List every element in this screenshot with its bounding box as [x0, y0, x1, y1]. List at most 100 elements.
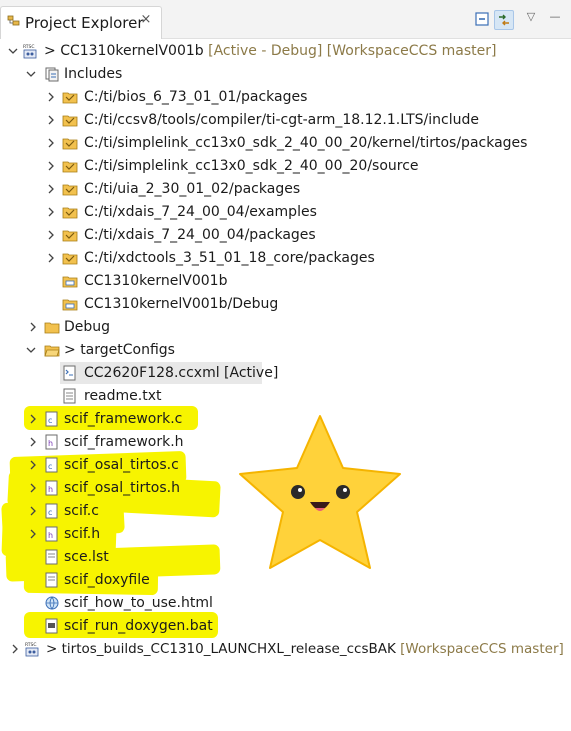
tree-item-project[interactable]: RTSC > CC1310kernelV001b [Active - Debug… [0, 40, 571, 62]
library-folder-icon [62, 296, 78, 312]
include-folder-icon [62, 250, 78, 266]
chevron-right-icon[interactable] [46, 109, 58, 131]
tab-title: Project Explorer [25, 14, 144, 32]
h-header-file-icon: h [44, 480, 60, 496]
collapse-all-icon[interactable] [473, 10, 491, 28]
c-source-file-icon: c [44, 457, 60, 473]
includes-icon [44, 66, 60, 82]
c-source-file-icon: c [44, 503, 60, 519]
chevron-right-icon[interactable] [28, 316, 40, 338]
html-file-globe-icon [44, 595, 60, 611]
chevron-right-icon[interactable] [28, 431, 40, 453]
tree-item-include-path[interactable]: C:/ti/xdais_7_24_00_04/examples [0, 201, 571, 223]
tree-item-include-path[interactable]: C:/ti/xdctools_3_51_01_18_core/packages [0, 247, 571, 269]
file-label: scif_how_to_use.html [64, 595, 213, 611]
ccxml-label: CC2620F128.ccxml [Active] [84, 365, 279, 381]
svg-text:h: h [48, 439, 53, 448]
rtsc-project-icon: RTSC [22, 43, 38, 59]
chevron-down-icon[interactable] [26, 63, 38, 85]
minimize-icon[interactable]: — [548, 10, 562, 24]
tree-item-targetconfigs[interactable]: > targetConfigs [0, 339, 571, 361]
chevron-right-icon[interactable] [28, 500, 40, 522]
tree-item-include-path[interactable]: C:/ti/ccsv8/tools/compiler/ti-cgt-arm_18… [0, 109, 571, 131]
folder-open-icon [44, 342, 60, 358]
target-config-file-icon [62, 365, 78, 381]
include-folder-icon [62, 112, 78, 128]
include-path-label: C:/ti/xdais_7_24_00_04/examples [84, 204, 317, 220]
file-label: scif_run_doxygen.bat [64, 618, 213, 634]
include-path-label: C:/ti/uia_2_30_01_02/packages [84, 181, 301, 197]
chevron-right-icon[interactable] [28, 408, 40, 430]
chevron-right-icon[interactable] [46, 178, 58, 200]
tree-item-include-path[interactable]: C:/ti/uia_2_30_01_02/packages [0, 178, 571, 200]
file-label: scif_framework.c [64, 411, 183, 427]
chevron-right-icon[interactable] [46, 132, 58, 154]
tree-item-file[interactable]: scif_run_doxygen.bat [0, 615, 571, 637]
library-folder-icon [62, 273, 78, 289]
tree-item-debug-folder[interactable]: Debug [0, 316, 571, 338]
svg-text:c: c [48, 416, 52, 425]
include-folder-icon [62, 89, 78, 105]
file-icon [44, 572, 60, 588]
svg-text:c: c [48, 462, 52, 471]
tree-item-includes[interactable]: Includes [0, 63, 571, 85]
text-file-icon [62, 388, 78, 404]
chevron-right-icon[interactable] [28, 454, 40, 476]
chevron-right-icon[interactable] [46, 247, 58, 269]
close-icon[interactable]: × [139, 13, 153, 27]
tree-item-include-path[interactable]: C:/ti/xdais_7_24_00_04/packages [0, 224, 571, 246]
chevron-right-icon[interactable] [46, 201, 58, 223]
tree-item-include-path[interactable]: C:/ti/simplelink_cc13x0_sdk_2_40_00_20/k… [0, 132, 571, 154]
chevron-down-icon[interactable] [8, 40, 20, 62]
svg-text:c: c [48, 508, 52, 517]
project-name: > tirtos_builds_CC1310_LAUNCHXL_release_… [46, 641, 564, 657]
include-folder-icon [62, 227, 78, 243]
smiling-star-sticker [228, 409, 412, 580]
file-icon [44, 549, 60, 565]
include-path-label: C:/ti/ccsv8/tools/compiler/ti-cgt-arm_18… [84, 112, 479, 128]
c-source-file-icon: c [44, 411, 60, 427]
view-tab-bar: Project Explorer × ▽ — [0, 0, 571, 39]
h-header-file-icon: h [44, 526, 60, 542]
file-label: scif_osal_tirtos.c [64, 457, 179, 473]
svg-text:h: h [48, 485, 53, 494]
project-name: > CC1310kernelV001b [Active - Debug] [Wo… [44, 43, 497, 59]
project-explorer-icon [7, 15, 21, 29]
tree-item-include-path[interactable]: C:/ti/bios_6_73_01_01/packages [0, 86, 571, 108]
chevron-right-icon[interactable] [46, 224, 58, 246]
tree-item-project-ref[interactable]: CC1310kernelV001b/Debug [0, 293, 571, 315]
tree-item-include-path[interactable]: C:/ti/simplelink_cc13x0_sdk_2_40_00_20/s… [0, 155, 571, 177]
tree-item-ccxml[interactable]: CC2620F128.ccxml [Active] [60, 362, 278, 384]
project-ref-label: CC1310kernelV001b/Debug [84, 296, 279, 312]
file-label: scif_osal_tirtos.h [64, 480, 180, 496]
chevron-down-icon[interactable] [26, 339, 38, 361]
include-path-label: C:/ti/xdctools_3_51_01_18_core/packages [84, 250, 375, 266]
include-folder-icon [62, 135, 78, 151]
include-path-label: C:/ti/simplelink_cc13x0_sdk_2_40_00_20/s… [84, 158, 419, 174]
include-folder-icon [62, 204, 78, 220]
readme-label: readme.txt [84, 388, 162, 404]
includes-label: Includes [64, 66, 123, 82]
include-folder-icon [62, 158, 78, 174]
chevron-right-icon[interactable] [46, 155, 58, 177]
link-with-editor-icon[interactable] [494, 10, 514, 30]
tree-item-readme[interactable]: readme.txt [0, 385, 571, 407]
chevron-right-icon[interactable] [10, 638, 22, 660]
view-menu-icon[interactable]: ▽ [524, 10, 538, 24]
tree-item-project-ref[interactable]: CC1310kernelV001b [0, 270, 571, 292]
chevron-right-icon[interactable] [46, 86, 58, 108]
chevron-right-icon[interactable] [28, 523, 40, 545]
include-path-label: C:/ti/xdais_7_24_00_04/packages [84, 227, 316, 243]
chevron-right-icon[interactable] [28, 477, 40, 499]
tree-item-file[interactable]: scif_how_to_use.html [0, 592, 571, 614]
tree-item-project[interactable]: RTSC > tirtos_builds_CC1310_LAUNCHXL_rel… [0, 638, 571, 660]
file-label: scif.c [64, 503, 99, 519]
rtsc-project-icon: RTSC [24, 641, 40, 657]
file-label: scif_framework.h [64, 434, 184, 450]
include-path-label: C:/ti/bios_6_73_01_01/packages [84, 89, 308, 105]
tab-project-explorer[interactable]: Project Explorer × [0, 6, 162, 39]
file-label: scif_doxyfile [64, 572, 150, 588]
targetconfigs-label: > targetConfigs [64, 342, 175, 358]
batch-file-icon [44, 618, 60, 634]
file-label: scif.h [64, 526, 101, 542]
